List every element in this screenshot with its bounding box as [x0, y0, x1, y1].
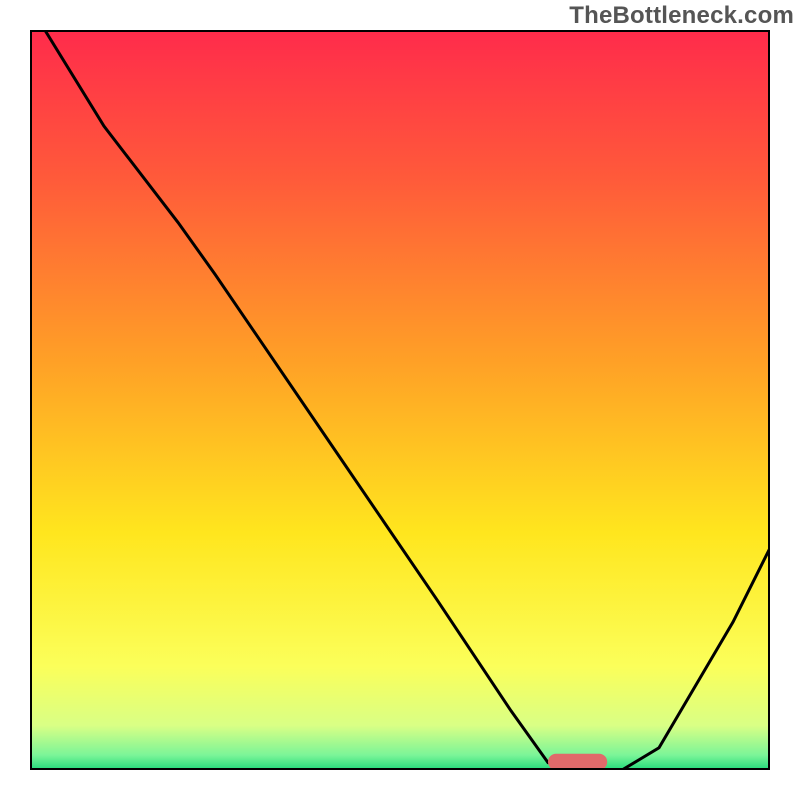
chart-container: TheBottleneck.com	[0, 0, 800, 800]
chart-svg	[30, 30, 770, 770]
watermark-text: TheBottleneck.com	[569, 2, 794, 30]
gradient-background	[30, 30, 770, 770]
optimal-marker	[548, 754, 607, 770]
plot-area	[30, 30, 770, 770]
